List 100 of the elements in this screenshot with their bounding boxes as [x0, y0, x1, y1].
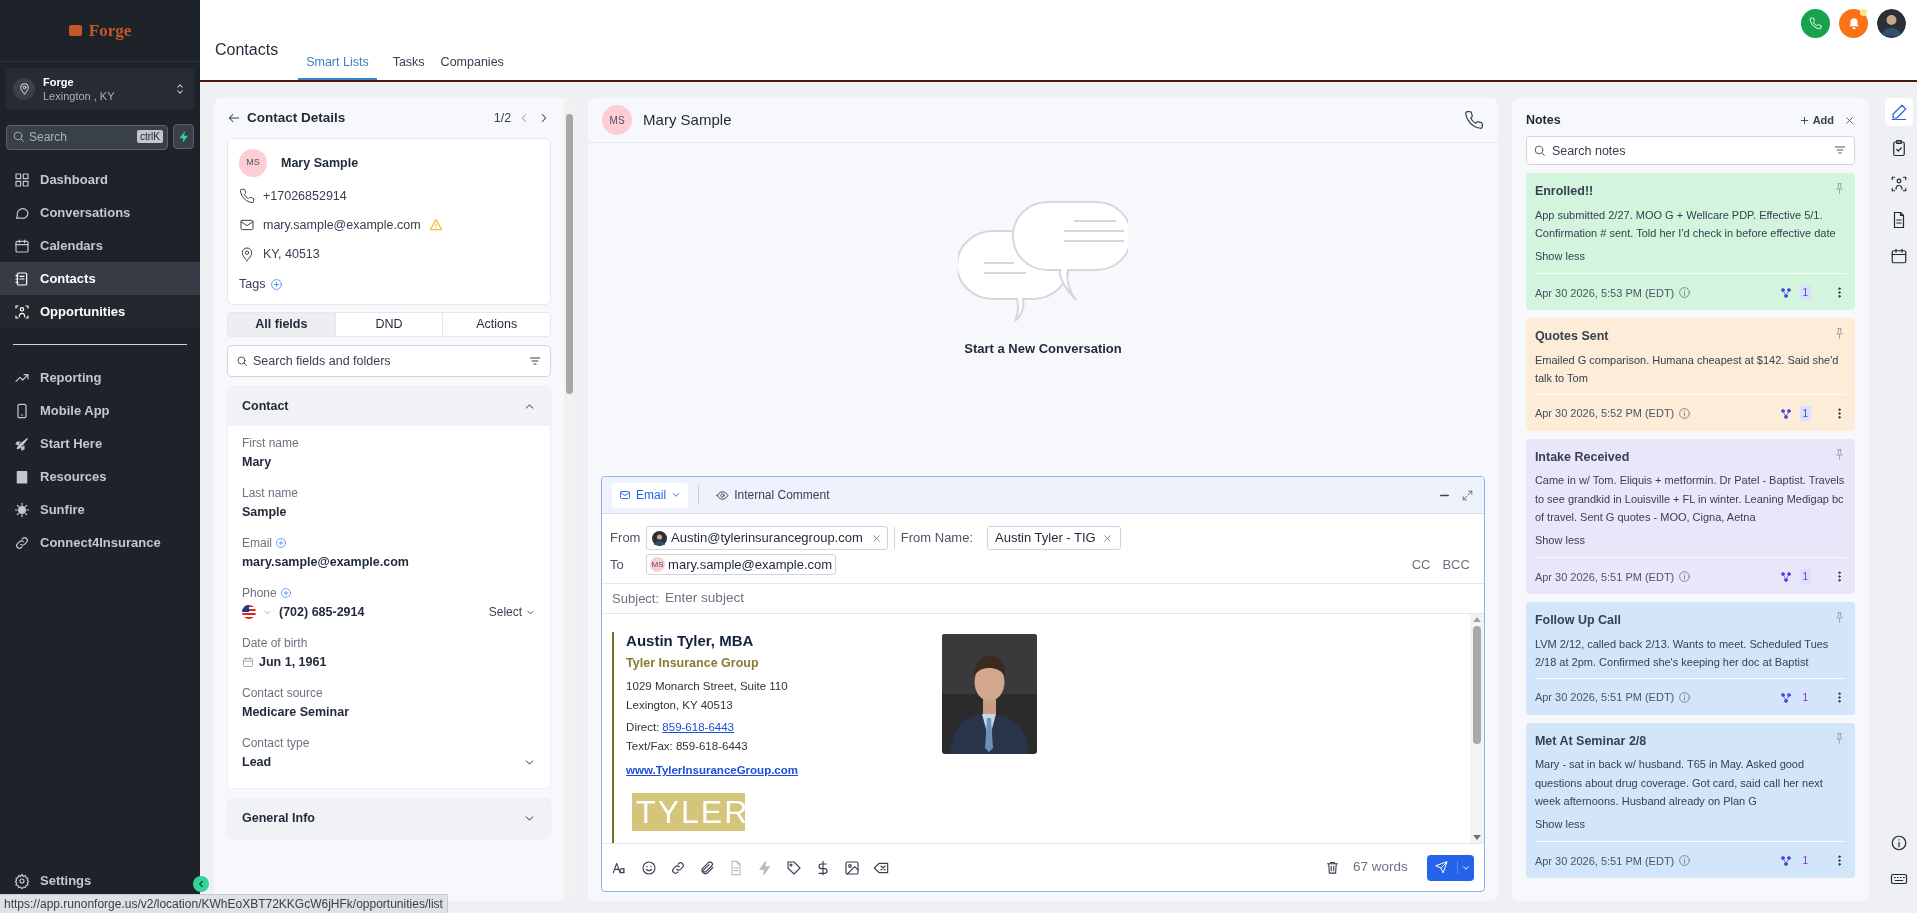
add-button[interactable] [279, 586, 292, 599]
notifications-button[interactable] [1839, 9, 1868, 38]
toolbar-button[interactable] [670, 859, 687, 876]
back-button[interactable] [227, 111, 241, 125]
show-less-link[interactable]: Show less [1534, 247, 1585, 264]
website-link[interactable]: www.TylerInsuranceGroup.com [626, 762, 943, 780]
channel-tab[interactable]: Email [612, 482, 689, 508]
avatar [652, 530, 668, 546]
people-icon [14, 303, 30, 320]
contact-email: mary.sample@example.com [263, 216, 421, 234]
type-select[interactable]: Select [488, 603, 537, 621]
grid-icon [14, 171, 30, 188]
note-card[interactable] [1525, 438, 1856, 594]
note-title: Follow Up Call [1534, 611, 1622, 629]
link-icon [670, 859, 687, 876]
location-pin-icon [239, 245, 255, 262]
nav-item[interactable]: Start Here [0, 427, 200, 460]
call-button[interactable] [1463, 110, 1484, 130]
settings-icon [14, 873, 30, 889]
from-name-label: From Name: [900, 529, 974, 548]
nav-item[interactable]: Mobile App [0, 394, 200, 427]
quick-action-button[interactable] [173, 124, 194, 149]
logo-text: TYLER [632, 793, 746, 832]
nav-item[interactable]: Sunfire [0, 493, 200, 526]
note-card[interactable]: Quotes Sent Emailed G comparison. Humana cheapest at $142. Said she'd talk to Tom Apr 30 2026, 5:52 PM (EDT) 1 [1525, 317, 1856, 431]
add-icon [275, 536, 287, 549]
field-label: Phone [242, 584, 277, 602]
phone-icon [1809, 17, 1822, 30]
contact-name: Mary Sample [643, 109, 733, 130]
toolbar-button[interactable] [844, 859, 861, 876]
field-value: Jun 1, 1961 [259, 653, 327, 671]
phone-link[interactable]: 859-618-6443 [662, 718, 734, 737]
tab[interactable]: DND [334, 313, 443, 336]
toolbar-button[interactable] [641, 859, 658, 876]
section-header[interactable]: General Info [228, 799, 551, 838]
tab[interactable]: Actions [442, 313, 551, 336]
nav-item[interactable]: Dashboard [0, 163, 200, 196]
close-icon [870, 532, 882, 544]
dropdown[interactable]: Lead [242, 751, 537, 773]
channel-tab[interactable]: Internal Comment [709, 482, 837, 508]
cc-button[interactable]: CC [1411, 554, 1431, 575]
share-icon [1779, 407, 1792, 420]
bcc-button[interactable]: BCC [1442, 554, 1470, 575]
tab[interactable]: Smart Lists [298, 46, 377, 80]
toolbar-button[interactable] [699, 859, 716, 876]
nav-item[interactable]: Opportunities [0, 295, 200, 328]
field-value: Mary [242, 453, 272, 471]
tab[interactable]: All fields [228, 313, 335, 336]
info-icon [1678, 407, 1692, 420]
expand-button[interactable] [1460, 488, 1474, 502]
field-label: Contact type [242, 734, 310, 752]
add-icon [279, 586, 292, 599]
add-button[interactable] [275, 536, 287, 549]
account-switcher[interactable]: Forge Lexington , KY [6, 68, 194, 109]
subject-field[interactable]: Enter subject [665, 588, 1474, 609]
note-card[interactable]: Enrolled!! App submitted 2/27. MOO G + Wellcare PDP. Effective 5/1. Confirmation # sent. Told her I'd check in before effective date Show less Apr 30 2026, 5:53 PM (EDT) 1 [1525, 173, 1856, 310]
note-card[interactable]: Follow Up Call LVM 2/12, called back 2/13. Wants to meet. Scheduled Tues 2/18 at 2pm. Confirmed she's keeping her doc at Baptist Apr 30 2026, 5:51 PM (EDT) 1 [1525, 601, 1856, 715]
shortcut-badge: ctrlK [137, 130, 163, 143]
nav-item[interactable]: Calendars [0, 229, 200, 262]
nav-item[interactable]: Contacts [0, 262, 200, 295]
nav-item[interactable]: Resources [0, 460, 200, 493]
send-button[interactable] [1426, 854, 1474, 881]
chevron-left-icon [196, 879, 206, 889]
trash-icon [1325, 860, 1341, 875]
to-label: To [610, 555, 625, 574]
filter-icon [1833, 143, 1848, 157]
field-label: Date of birth [242, 634, 308, 652]
info-icon [1678, 570, 1692, 584]
scrollbar[interactable] [1469, 614, 1484, 843]
field-value: (702) 685-2914 [279, 603, 366, 621]
section-header[interactable]: Contact [228, 387, 551, 426]
avatar[interactable] [1877, 9, 1906, 38]
info-icon [1890, 834, 1908, 852]
toolbar-button[interactable] [786, 859, 803, 876]
sender-chip[interactable]: Austin@tylerinsurancegroup.com [646, 526, 888, 550]
nav-item[interactable]: Connect4Insurance [0, 526, 200, 559]
tab[interactable]: Companies [440, 46, 504, 80]
field-label: Last name [242, 484, 299, 502]
delete-button[interactable] [1325, 860, 1341, 875]
recipient-chip[interactable]: MS mary.sample@example.com [646, 554, 837, 575]
show-less-link[interactable]: Show less [1534, 531, 1585, 548]
add-note-button[interactable]: Add [1798, 111, 1835, 129]
image-icon [844, 859, 861, 876]
message-body[interactable]: Austin Tyler, MBA Tyler Insurance Group 1029 Monarch Street, Suite 110 Lexington, KY 40513 Direct: 859-618-6443 Text/Fax: 859-618-6443 www.TylerInsuranceGroup.com TYLER [602, 614, 1484, 843]
show-less-link[interactable]: Show less [1534, 815, 1585, 832]
note-card[interactable] [1525, 722, 1856, 878]
sender-name-chip[interactable]: Austin Tyler - TIG [987, 526, 1121, 550]
pager: 1/2 [493, 109, 512, 127]
signature-name: Austin Tyler, MBA [626, 632, 755, 650]
settings-link[interactable]: Settings [0, 871, 100, 891]
nav-item[interactable]: Reporting [0, 361, 200, 394]
nav-item[interactable]: Conversations [0, 196, 200, 229]
page-title: Contacts [215, 40, 279, 60]
note-date: Apr 30 2026, 5:51 PM (EDT) [1534, 853, 1675, 869]
info-icon [1678, 286, 1692, 300]
share-icon [1779, 570, 1792, 583]
add-tag-button[interactable] [270, 278, 284, 292]
tab[interactable]: Tasks [392, 46, 425, 80]
close-button[interactable] [1844, 114, 1856, 126]
field-value: Sample [242, 503, 287, 521]
